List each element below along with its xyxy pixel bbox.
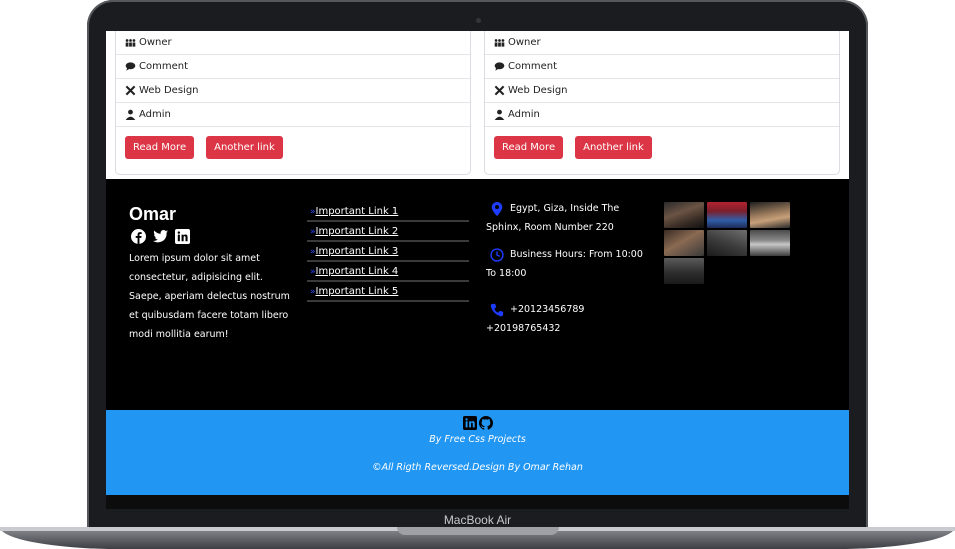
list-item: Comment [485,55,839,79]
footer-link[interactable]: » Important Link 4 [307,263,469,282]
chevron-right-icon: » [310,246,315,257]
footer-brand: Omar [129,204,177,224]
read-more-button[interactable]: Read More [125,136,195,159]
gallery-image[interactable] [664,258,704,284]
chevron-right-icon: » [310,286,315,297]
contact-phones: +20123456789 +20198765432 [486,303,585,334]
footer-link[interactable]: » Important Link 1 [307,203,469,222]
list-item-label: Owner [139,37,172,48]
footer-link[interactable]: » Important Link 3 [307,243,469,262]
chevron-right-icon: » [310,266,315,277]
contact-address: Egypt, Giza, Inside The Sphinx, Room Num… [486,201,620,233]
footer-contact: Egypt, Giza, Inside The Sphinx, Room Num… [486,199,646,338]
card: Owner Comment Web Design Admin Read More… [484,31,840,175]
chevron-right-icon: » [310,226,315,237]
list-item-label: Comment [139,61,188,72]
screen-bezel [106,495,849,509]
list-item-label: Owner [508,37,541,48]
list-item: Owner [485,31,839,55]
device-label: MacBook Air [443,513,512,527]
credit-text: By Free Css Projects [429,434,526,445]
gallery-image[interactable] [750,230,790,256]
bottom-bar: By Free Css Projects ©All Rigth Reversed… [106,410,849,495]
read-more-button[interactable]: Read More [494,136,564,159]
list-item-label: Web Design [139,85,199,96]
list-item-label: Admin [139,109,171,120]
another-link-button[interactable]: Another link [206,136,283,159]
screen: Owner Comment Web Design Admin Read More… [106,31,849,495]
location-pin-icon [491,201,503,216]
list-item-label: Comment [508,61,557,72]
camera-icon [476,18,481,23]
users-icon [494,39,505,47]
comment-icon [125,62,136,71]
twitter-icon[interactable] [153,229,168,244]
tools-icon [494,85,505,96]
list-item: Comment [116,55,470,79]
footer-links: » Important Link 1 » Important Link 2 » Imp… [307,203,469,303]
facebook-icon[interactable] [131,229,146,244]
gallery-image[interactable] [707,230,747,256]
linkedin-icon[interactable] [175,229,190,244]
card: Owner Comment Web Design Admin Read More… [115,31,471,175]
cards-section: Owner Comment Web Design Admin Read More… [106,31,849,179]
list-item: Owner [116,31,470,55]
chevron-right-icon: » [310,206,315,217]
bottom-icons [106,410,849,430]
list-item: Web Design [485,79,839,103]
list-item: Web Design [116,79,470,103]
footer-link[interactable]: » Important Link 5 [307,283,469,302]
social-links [131,229,190,244]
user-icon [494,109,505,120]
list-item: Admin [485,103,839,127]
tools-icon [125,85,136,96]
footer-about-text: Lorem ipsum dolor sit amet consectetur, … [129,253,290,340]
gallery-image[interactable] [664,202,704,228]
list-item-label: Web Design [508,85,568,96]
clock-icon [490,247,504,262]
github-icon[interactable] [478,416,493,430]
list-item-label: Admin [508,109,540,120]
footer-link[interactable]: » Important Link 2 [307,223,469,242]
gallery-image[interactable] [750,202,790,228]
footer: Omar Lorem ipsum dolor sit amet consecte… [106,179,849,410]
user-icon [125,109,136,120]
list-item: Admin [116,103,470,127]
footer-gallery [664,202,792,284]
comment-icon [494,62,505,71]
users-icon [125,39,136,47]
contact-hours: Business Hours: From 10:00 To 18:00 [486,247,643,279]
linkedin-icon[interactable] [462,416,477,430]
another-link-button[interactable]: Another link [575,136,652,159]
phone-icon [490,303,504,316]
gallery-image[interactable] [664,230,704,256]
laptop-notch [397,527,559,535]
gallery-image[interactable] [707,202,747,228]
copyright-text: ©All Rigth Reversed.Design By Omar Rehan [372,462,583,473]
